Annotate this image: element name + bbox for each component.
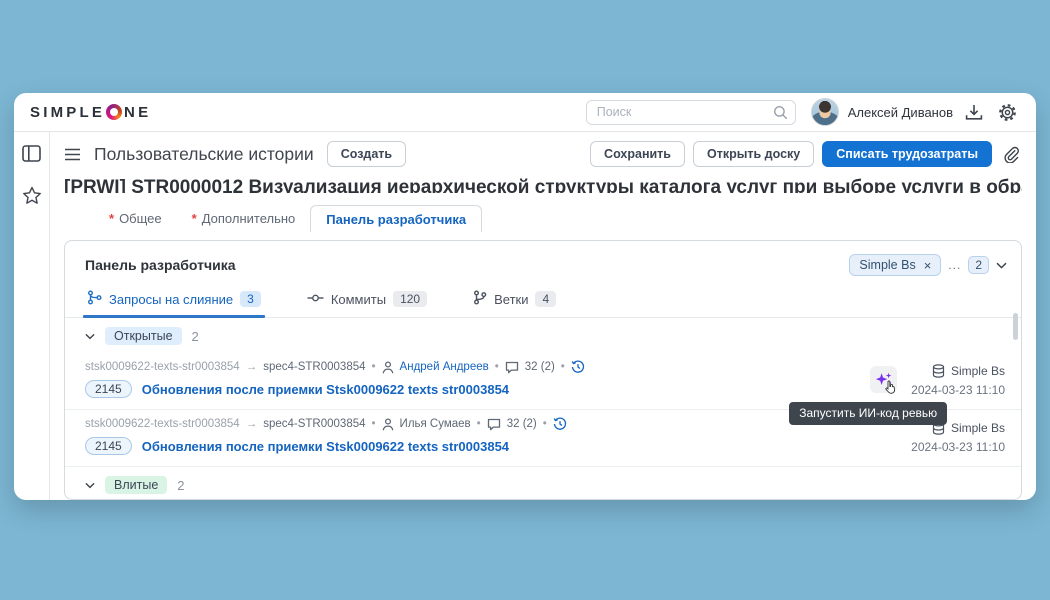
history-icon[interactable] — [553, 417, 567, 431]
tab-additional[interactable]: * Дополнительно — [177, 205, 311, 232]
git-commit-icon — [307, 292, 324, 307]
chevron-down-icon[interactable] — [85, 482, 95, 489]
arrow-right-icon: → — [246, 418, 258, 430]
filter-ellipsis: ... — [948, 258, 961, 272]
ai-review-tooltip: Запустить ИИ-код ревью — [789, 402, 947, 425]
close-icon[interactable]: × — [924, 259, 932, 272]
search-input[interactable] — [586, 100, 796, 125]
mr-date: 2024-03-23 11:10 — [911, 383, 1005, 397]
create-button[interactable]: Создать — [327, 141, 406, 167]
count-badge: 4 — [535, 291, 556, 307]
target-branch: spec4-STR0003854 — [263, 361, 365, 373]
git-merge-icon — [87, 290, 102, 308]
search-icon — [773, 105, 788, 125]
source-branch: stsk0009622-texts-str0003854 — [85, 361, 240, 373]
header-actions: Алексей Диванов — [586, 98, 1020, 126]
filter-chip: Simple Bs × — [849, 254, 941, 276]
favorite-star-icon[interactable] — [22, 186, 42, 205]
ai-code-review-button[interactable] — [870, 366, 897, 393]
repository-filter[interactable]: Simple Bs × ... 2 — [849, 254, 1007, 276]
author-link[interactable]: Илья Сумаев — [400, 418, 471, 430]
mr-title-link[interactable]: Обновления после приемки Stsk0009622 tex… — [142, 439, 509, 454]
sparkles-icon — [874, 370, 894, 390]
chevron-down-icon[interactable] — [85, 333, 95, 340]
sidebar-toggle-icon[interactable] — [22, 145, 41, 162]
scrollbar-thumb[interactable] — [1013, 313, 1018, 340]
count-badge: 3 — [240, 291, 261, 307]
author-link[interactable]: Андрей Андреев — [400, 361, 489, 373]
save-button[interactable]: Сохранить — [590, 141, 685, 167]
section-count: 2 — [177, 478, 184, 493]
tab-developer-panel[interactable]: Панель разработчика — [310, 205, 482, 232]
main-content: Пользовательские истории Создать Сохрани… — [50, 132, 1036, 500]
mr-id-badge: 2145 — [85, 380, 132, 398]
mr-date: 2024-03-23 11:10 — [911, 440, 1005, 454]
comments-count[interactable]: 32 (2) — [507, 418, 537, 430]
export-icon[interactable] — [962, 104, 986, 121]
tab-general[interactable]: * Общее — [94, 205, 177, 232]
mr-title-link[interactable]: Обновления после приемки Stsk0009622 tex… — [142, 382, 509, 397]
section-open: Открытые 2 — [65, 318, 1021, 353]
tab-commits[interactable]: Коммиты 120 — [305, 285, 429, 317]
arrow-right-icon: → — [246, 361, 258, 373]
app-logo: SIMPLE NE — [30, 104, 151, 121]
form-tabs: * Общее * Дополнительно Панель разработч… — [94, 205, 1022, 232]
comments-icon — [505, 361, 519, 374]
left-icon-strip — [14, 132, 50, 500]
app-window: SIMPLE NE Алексей Диванов — [14, 93, 1036, 500]
global-search[interactable] — [586, 100, 796, 125]
required-mark: * — [192, 211, 197, 226]
panel-title: Панель разработчика — [85, 257, 236, 273]
log-work-button[interactable]: Списать трудозатраты — [822, 141, 992, 167]
count-badge: 120 — [393, 291, 427, 307]
tab-branches[interactable]: Ветки 4 — [471, 285, 558, 317]
merge-request-row[interactable]: stsk0009622-texts-str0003854 → spec4-STR… — [65, 353, 1021, 409]
chevron-down-icon[interactable] — [996, 256, 1007, 274]
list-title[interactable]: Пользовательские истории — [94, 144, 314, 165]
record-toolbar: Пользовательские истории Создать Сохрани… — [64, 141, 1022, 167]
app-header: SIMPLE NE Алексей Диванов — [14, 93, 1036, 132]
avatar[interactable] — [811, 98, 839, 126]
section-merged: Влитые 2 — [65, 466, 1021, 500]
section-count: 2 — [192, 329, 199, 344]
required-mark: * — [109, 211, 114, 226]
source-branch: stsk0009622-texts-str0003854 — [85, 418, 240, 430]
target-branch: spec4-STR0003854 — [263, 418, 365, 430]
filter-more-count: 2 — [968, 256, 989, 274]
repo-name: Simple Bs — [951, 421, 1005, 435]
git-branch-icon — [473, 290, 487, 308]
logo-ring-icon — [106, 104, 122, 120]
comments-icon — [487, 418, 501, 431]
user-name[interactable]: Алексей Диванов — [848, 105, 953, 120]
repo-name: Simple Bs — [951, 364, 1005, 378]
developer-panel-card: Панель разработчика Simple Bs × ... 2 — [64, 240, 1022, 500]
comments-count[interactable]: 32 (2) — [525, 361, 555, 373]
record-title: [PRWI] STR0000012 Визуализация иерархиче… — [64, 177, 1022, 193]
mr-id-badge: 2145 — [85, 437, 132, 455]
gear-icon[interactable] — [995, 103, 1020, 122]
person-icon — [382, 418, 394, 431]
paperclip-icon[interactable] — [1000, 146, 1022, 163]
logo-text-right: NE — [124, 104, 151, 121]
context-menu-icon[interactable] — [64, 148, 81, 161]
person-icon — [382, 361, 394, 374]
section-badge: Влитые — [105, 476, 167, 494]
history-icon[interactable] — [571, 360, 585, 374]
open-board-button[interactable]: Открыть доску — [693, 141, 814, 167]
logo-text-left: SIMPLE — [30, 104, 105, 121]
panel-tabs: Запросы на слияние 3 Коммиты 120 — [65, 285, 1021, 318]
desktop-background: SIMPLE NE Алексей Диванов — [0, 0, 1050, 600]
tab-merge-requests[interactable]: Запросы на слияние 3 — [85, 285, 263, 317]
section-badge: Открытые — [105, 327, 182, 345]
database-icon — [932, 364, 945, 378]
